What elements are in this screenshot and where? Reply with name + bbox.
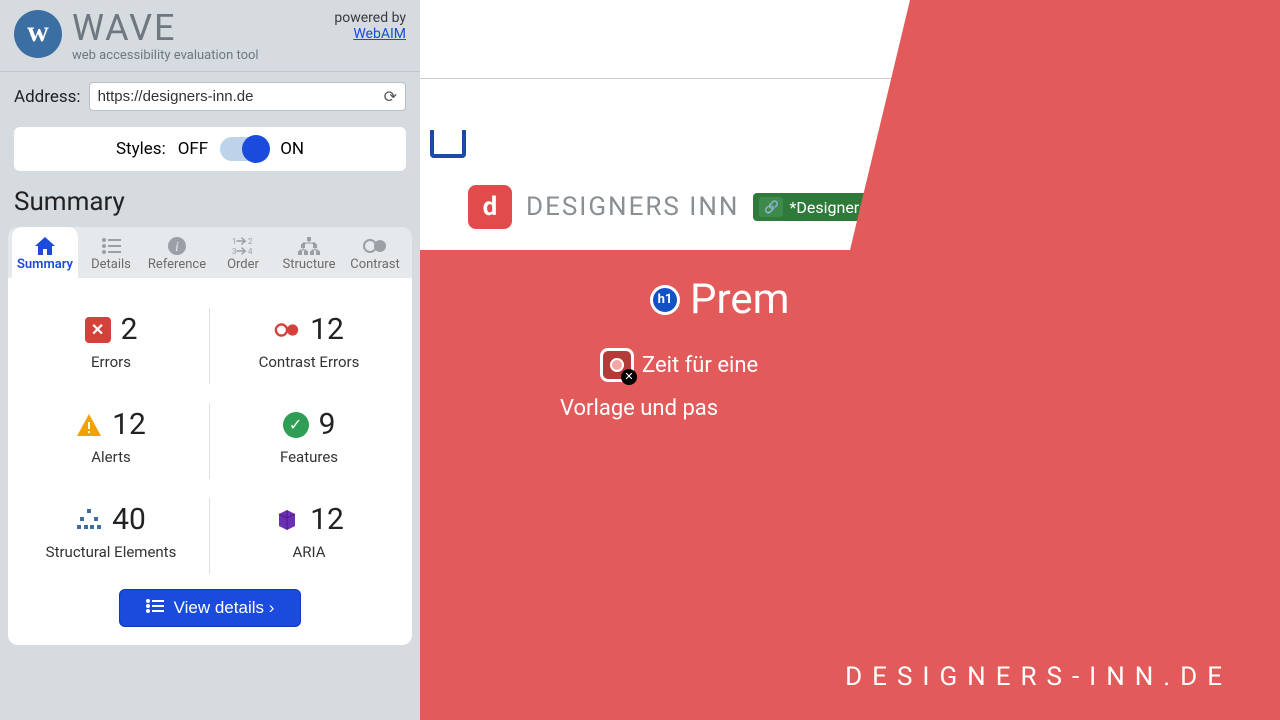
feature-icon: ✓ <box>283 412 309 438</box>
styles-label: Styles: <box>116 139 166 159</box>
tab-summary[interactable]: Summary <box>12 227 78 278</box>
hero-domain: DESIGNERS-INN.DE <box>845 662 1232 692</box>
hero-line2: Vorlage und pas <box>560 396 718 421</box>
stat-features[interactable]: ✓ 9 Features <box>210 393 408 488</box>
structural-icon <box>76 507 102 533</box>
address-row: Address: ⟳ <box>0 72 420 121</box>
styles-on-label: ON <box>280 139 304 159</box>
svg-text:4: 4 <box>248 247 253 255</box>
aria-icon <box>274 507 300 533</box>
refresh-icon[interactable]: ⟳ <box>384 87 397 106</box>
powered-by: powered by WebAIM <box>334 10 406 42</box>
hero-h1-row: h1 Prem <box>650 275 789 324</box>
error-icon: ✕ <box>85 317 111 343</box>
contrast-error-icon <box>274 317 300 343</box>
wave-subtitle: web accessibility evaluation tool <box>72 48 259 63</box>
info-icon: i <box>144 235 210 257</box>
stat-aria[interactable]: 12 ARIA <box>210 488 408 583</box>
section-title: Summary <box>0 183 420 227</box>
styles-off-label: OFF <box>178 139 209 159</box>
hero-heading: Prem <box>690 275 789 324</box>
styles-toggle-row: Styles: OFF ON <box>14 127 406 171</box>
tab-structure[interactable]: Structure <box>276 227 342 278</box>
sidebar-header: w WAVE web accessibility evaluation tool… <box>0 0 420 72</box>
contrast-icon <box>342 235 408 257</box>
stat-alerts[interactable]: 12 Alerts <box>12 393 210 488</box>
svg-text:i: i <box>175 240 179 255</box>
h1-badge[interactable]: h1 <box>650 285 680 315</box>
structure-icon <box>276 235 342 257</box>
wave-title: WAVE <box>72 10 259 46</box>
address-input[interactable] <box>98 88 384 105</box>
contrast-error-badge[interactable]: ✕ <box>600 348 634 382</box>
view-details-button[interactable]: View details › <box>119 589 302 627</box>
wave-logo-mark: w <box>14 10 62 58</box>
stat-contrast-errors[interactable]: 12 Contrast Errors <box>210 298 408 393</box>
alert-icon <box>76 412 102 438</box>
tabs: Summary Details i Reference 1234 Order <box>8 227 412 278</box>
svg-text:3: 3 <box>232 247 237 255</box>
address-label: Address: <box>14 87 81 107</box>
stat-structural[interactable]: 40 Structural Elements <box>12 488 210 583</box>
svg-text:2: 2 <box>248 237 253 246</box>
address-field[interactable]: ⟳ <box>89 82 406 111</box>
tab-details[interactable]: Details <box>78 227 144 278</box>
list-icon <box>146 598 164 618</box>
page-preview: The d DESIGNERS INN 🔗 *Designers In h1 P… <box>420 0 1280 720</box>
webaim-link[interactable]: WebAIM <box>353 26 406 42</box>
styles-toggle[interactable] <box>220 137 268 161</box>
hero-overlay: h1 Prem ✕ Zeit für eine Vorlage und pas … <box>420 0 1280 720</box>
tab-reference[interactable]: i Reference <box>144 227 210 278</box>
hero-line1-row: ✕ Zeit für eine <box>600 348 758 382</box>
summary-panel: ✕ 2 Errors 12 Contrast Errors <box>8 278 412 645</box>
wave-logo: w WAVE web accessibility evaluation tool <box>14 10 259 63</box>
tab-order[interactable]: 1234 Order <box>210 227 276 278</box>
svg-text:1: 1 <box>232 237 237 246</box>
home-icon <box>12 235 78 257</box>
list-icon <box>78 235 144 257</box>
order-icon: 1 2 3 4 <box>210 235 276 257</box>
stat-errors[interactable]: ✕ 2 Errors <box>12 298 210 393</box>
wave-sidebar: w WAVE web accessibility evaluation tool… <box>0 0 420 720</box>
tab-contrast[interactable]: Contrast <box>342 227 408 278</box>
hero-line1: Zeit für eine <box>642 353 758 378</box>
